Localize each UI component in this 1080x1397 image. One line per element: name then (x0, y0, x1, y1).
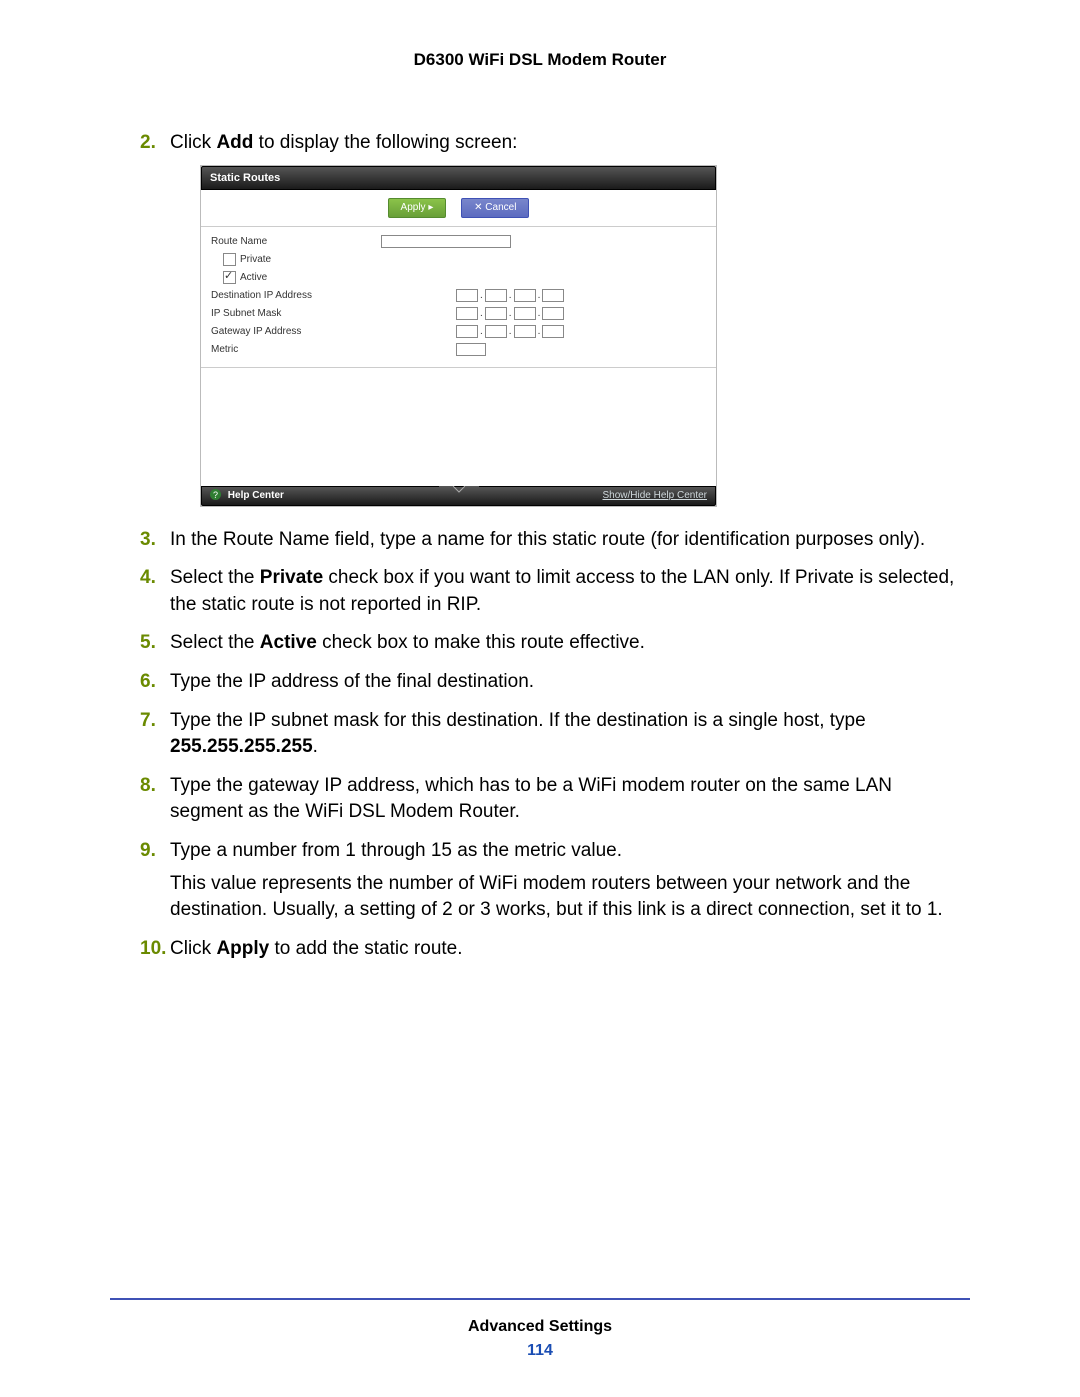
private-checkbox[interactable] (223, 253, 236, 266)
label-active: Active (240, 271, 267, 285)
label-private: Private (240, 253, 271, 267)
step-number: 8. (140, 773, 156, 800)
step-3: 3. In the Route Name field, type a name … (140, 527, 970, 554)
step-5: 5. Select the Active check box to make t… (140, 630, 970, 657)
footer-tab-icon[interactable] (439, 486, 479, 496)
gateway-octet-4[interactable] (542, 325, 564, 338)
step-text: Type a number from 1 through 15 as the m… (170, 840, 622, 861)
step-7: 7. Type the IP subnet mask for this dest… (140, 708, 970, 761)
subnet-octet-1[interactable] (456, 307, 478, 320)
step-continuation: This value represents the number of WiFi… (170, 871, 970, 924)
step-9: 9. Type a number from 1 through 15 as th… (140, 838, 970, 924)
label-metric: Metric (201, 343, 381, 357)
step-number: 2. (140, 130, 156, 157)
static-routes-screenshot: Static Routes Apply ▸ ✕ Cancel Route Nam… (200, 165, 717, 507)
step-number: 6. (140, 669, 156, 696)
step-2: 2. Click Add to display the following sc… (140, 130, 970, 507)
active-checkbox[interactable] (223, 271, 236, 284)
gateway-octet-1[interactable] (456, 325, 478, 338)
label-gateway: Gateway IP Address (201, 325, 381, 339)
step-number: 3. (140, 527, 156, 554)
subnet-octet-4[interactable] (542, 307, 564, 320)
step-number: 10. (140, 936, 166, 963)
document-title: D6300 WiFi DSL Modem Router (110, 50, 970, 70)
step-4: 4. Select the Private check box if you w… (140, 565, 970, 618)
footer-section: Advanced Settings (0, 1318, 1080, 1336)
step-text: Type the IP subnet mask for this destina… (170, 710, 866, 758)
help-icon: ? (210, 489, 221, 500)
label-route-name: Route Name (201, 235, 381, 249)
dest-ip-octet-1[interactable] (456, 289, 478, 302)
show-hide-help-link[interactable]: Show/Hide Help Center (603, 487, 708, 505)
step-number: 7. (140, 708, 156, 735)
step-10: 10. Click Apply to add the static route. (140, 936, 970, 963)
gateway-octet-2[interactable] (485, 325, 507, 338)
subnet-octet-2[interactable] (485, 307, 507, 320)
footer-divider (110, 1298, 970, 1300)
dest-ip-octet-3[interactable] (514, 289, 536, 302)
step-number: 5. (140, 630, 156, 657)
step-text: Type the gateway IP address, which has t… (170, 775, 892, 823)
step-text: Select the Private check box if you want… (170, 567, 954, 615)
panel-title: Static Routes (201, 166, 716, 190)
step-number: 4. (140, 565, 156, 592)
help-center-link[interactable]: ? Help Center (210, 487, 284, 505)
label-dest-ip: Destination IP Address (201, 289, 381, 303)
step-8: 8. Type the gateway IP address, which ha… (140, 773, 970, 826)
step-text: Select the Active check box to make this… (170, 632, 645, 653)
step-text: In the Route Name field, type a name for… (170, 529, 925, 550)
label-subnet: IP Subnet Mask (201, 307, 381, 321)
gateway-octet-3[interactable] (514, 325, 536, 338)
step-text: Click Add to display the following scree… (170, 132, 517, 153)
metric-input[interactable] (456, 343, 486, 356)
step-text: Click Apply to add the static route. (170, 938, 463, 959)
step-number: 9. (140, 838, 156, 865)
panel-toolbar: Apply ▸ ✕ Cancel (201, 190, 716, 227)
route-name-input[interactable] (381, 235, 511, 248)
apply-button[interactable]: Apply ▸ (388, 198, 447, 218)
step-text: Type the IP address of the final destina… (170, 671, 534, 692)
cancel-button[interactable]: ✕ Cancel (461, 198, 529, 218)
step-6: 6. Type the IP address of the final dest… (140, 669, 970, 696)
subnet-octet-3[interactable] (514, 307, 536, 320)
page-number: 114 (0, 1342, 1080, 1360)
dest-ip-octet-4[interactable] (542, 289, 564, 302)
dest-ip-octet-2[interactable] (485, 289, 507, 302)
